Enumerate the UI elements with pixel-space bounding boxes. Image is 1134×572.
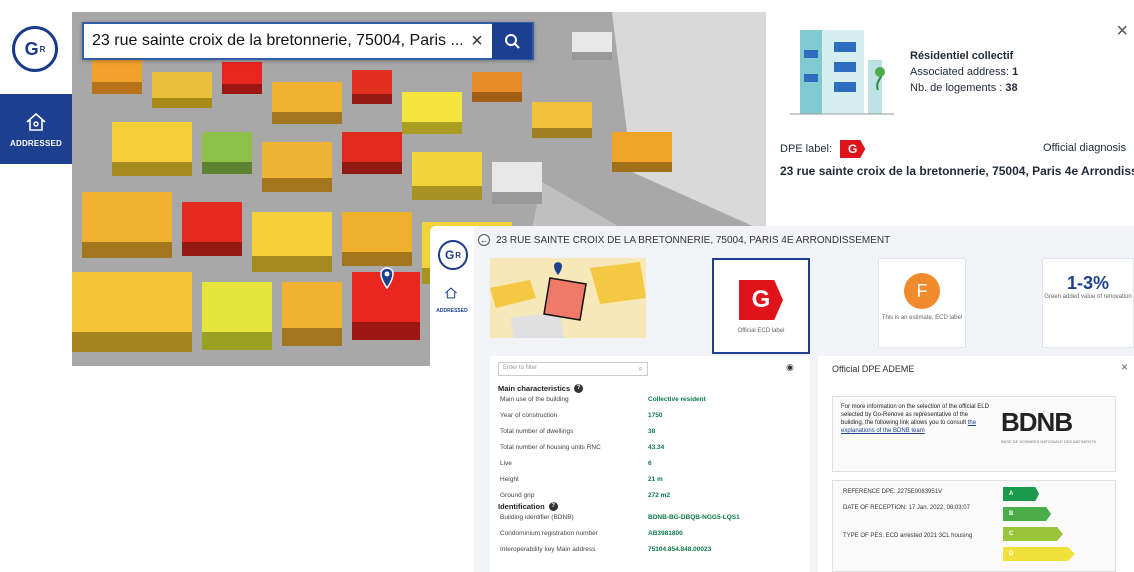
estimated-ecd-card[interactable]: F This is an estimate. ECD label	[878, 258, 966, 348]
bdnb-logo-subtitle: BASE DE DONNÉES NATIONALE DES BÂTIMENTS	[1001, 439, 1097, 444]
official-ecd-card[interactable]: G Official ECD label	[712, 258, 810, 354]
main-key: Live	[500, 460, 512, 467]
house-hand-icon	[445, 287, 457, 299]
search-icon: ⌕	[638, 364, 643, 373]
dpe-g-badge: G	[839, 140, 866, 158]
dpe-type: TYPE OF PES: ECD arrested 2021 3CL housi…	[843, 533, 973, 539]
panel-address-title: 23 RUE SAINTE CROIX DE LA BRETONNERIE, 7…	[496, 234, 891, 246]
search-icon	[505, 34, 520, 49]
main-row: Total number of housing units RNC 43.34	[500, 444, 800, 458]
ademe-title: Official DPE ADEME	[832, 364, 915, 374]
ademe-dpe-panel: Official DPE ADEME × For more informatio…	[818, 356, 1134, 572]
close-icon[interactable]: ×	[1121, 360, 1128, 374]
main-value: 6	[648, 460, 652, 467]
ident-value: 75104.854.848.00023	[648, 546, 712, 553]
dpe-reference-box: REFERENCE DPE: 2275E0083951V DATE OF REC…	[832, 480, 1116, 572]
associated-address: Associated address: 1	[910, 66, 1019, 78]
main-value: 43.34	[648, 444, 665, 451]
building-type: Résidentiel collectif	[910, 50, 1014, 62]
dwelling-count: Nb. de logements : 38	[910, 82, 1018, 94]
energy-band-b: B	[1003, 507, 1051, 521]
ecd-f-badge: F	[904, 273, 940, 309]
ident-key: Condominium registration number	[500, 530, 598, 537]
addressed-tab[interactable]: ADDRESSED	[0, 94, 72, 164]
main-characteristics-heading[interactable]: Main characteristics?	[498, 384, 584, 393]
ident-row: Condominium registration number AB3981800	[500, 530, 800, 544]
ecd-g-badge: G	[739, 280, 783, 320]
filter-input[interactable]: Enter to filter ⌕	[498, 362, 648, 376]
mini-map[interactable]	[490, 258, 646, 338]
ident-key: Interoperability key Main address	[500, 546, 596, 553]
eye-icon[interactable]: ◉	[786, 362, 794, 373]
energy-band-c: C	[1003, 527, 1063, 541]
bdnb-info-box: For more information on the selection of…	[832, 396, 1116, 472]
go-renove-logo-small[interactable]: GR	[438, 240, 468, 270]
ident-row: Interoperability key Main address 75104.8…	[500, 546, 800, 560]
apartment-building-illustration	[790, 30, 894, 115]
main-row: Year of construction 1750	[500, 412, 800, 426]
bdnb-logo: BDNB	[1001, 407, 1073, 437]
main-key: Total number of dwellings	[500, 428, 574, 435]
address-search-input[interactable]: 23 rue sainte croix de la bretonnerie, 7…	[84, 32, 462, 50]
energy-band-d: D	[1003, 547, 1075, 561]
close-icon[interactable]: ×	[1116, 20, 1128, 43]
ident-key: Building identifier (BDNB)	[500, 514, 574, 521]
detail-panel: GR ADDRESSED ← 23 RUE SAINTE CROIX DE LA…	[430, 226, 1134, 572]
main-key: Height	[500, 476, 519, 483]
main-key: Total number of housing units RNC	[500, 444, 601, 451]
help-icon: ?	[574, 384, 584, 393]
panel-rail: GR ADDRESSED	[430, 226, 474, 572]
official-diagnosis: Official diagnosis	[1043, 142, 1126, 154]
panel-header: ← 23 RUE SAINTE CROIX DE LA BRETONNERIE,…	[478, 234, 890, 246]
energy-band-a: A	[1003, 487, 1039, 501]
bdnb-message: For more information on the selection of…	[841, 404, 989, 434]
dpe-reception-date: DATE OF RECEPTION: 17 Jan. 2022, 08:03:0…	[843, 505, 970, 511]
main-value: Collective resident	[648, 396, 706, 403]
estimate-caption: This is an estimate. ECD label	[881, 315, 963, 321]
main-row: Total number of dwellings 38	[500, 428, 800, 442]
main-value: 1750	[648, 412, 663, 419]
back-arrow-icon[interactable]: ←	[478, 234, 490, 246]
characteristics-panel: Enter to filter ⌕ ◉ Main characteristics?…	[490, 356, 810, 572]
building-info-card: × Résidentiel collectif Associated addre…	[766, 0, 1134, 226]
ecd-caption: Official ECD label	[737, 328, 785, 334]
go-renove-logo[interactable]: GR	[12, 26, 58, 72]
main-value: 38	[648, 428, 656, 435]
ident-value: AB3981800	[648, 530, 683, 537]
main-row: Live 6	[500, 460, 800, 474]
addressed-tab-label-small[interactable]: ADDRESSED	[432, 308, 472, 314]
left-rail: GR ADDRESSED	[0, 0, 72, 572]
green-value-card[interactable]: 1-3% Green added value of renovation	[1042, 258, 1134, 348]
green-value-caption: Green added value of renovation	[1044, 294, 1132, 300]
clear-icon[interactable]: ×	[462, 30, 492, 53]
addressed-tab-label: ADDRESSED	[9, 138, 63, 148]
main-key: Main use of the building	[500, 396, 569, 403]
main-key: Year of construction	[500, 412, 558, 419]
dpe-reference: REFERENCE DPE: 2275E0083951V	[843, 489, 943, 495]
main-value: 272 m2	[648, 492, 671, 499]
ident-value: BDNB-BG-DBQB-NGG5-LQS1	[648, 514, 740, 521]
search-button[interactable]	[492, 23, 532, 59]
ident-row: Building identifier (BDNB) BDNB-BG-DBQB-N…	[500, 514, 800, 528]
building-address: 23 rue sainte croix de la bretonnerie, 7…	[780, 164, 1134, 178]
dpe-label: DPE label: G	[780, 140, 866, 158]
identification-heading[interactable]: Identification?	[498, 502, 558, 511]
green-value-percent: 1-3%	[1066, 273, 1110, 293]
main-row: Main use of the building Collective resid…	[500, 396, 800, 410]
house-hand-icon	[26, 112, 46, 131]
address-search-bar[interactable]: 23 rue sainte croix de la bretonnerie, 7…	[82, 22, 534, 60]
help-icon: ?	[548, 502, 558, 511]
main-value: 21 m	[648, 476, 663, 483]
main-row: Height 21 m	[500, 476, 800, 490]
